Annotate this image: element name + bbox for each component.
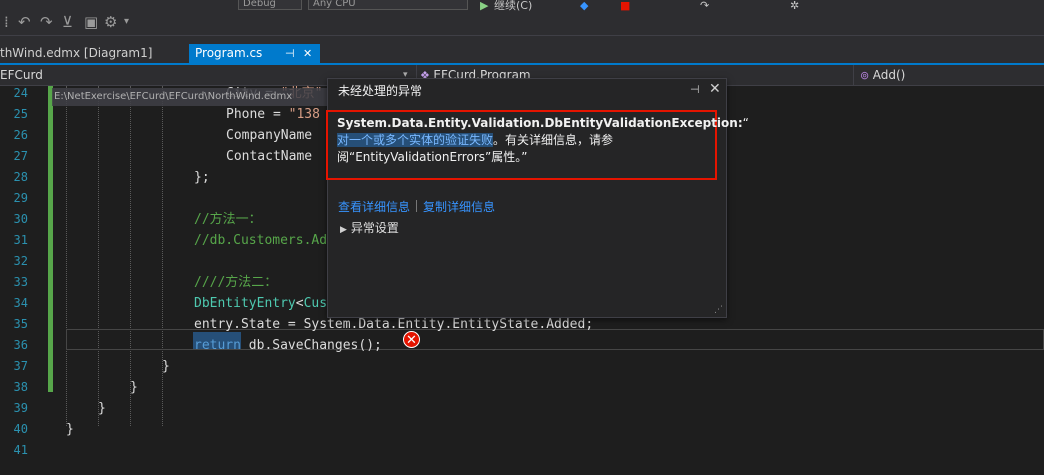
message-part-1: 。有关详细信息，请参 xyxy=(493,133,614,147)
document-tabs: thWind.edmx [Diagram1] Program.cs ⊣ ✕ xyxy=(0,36,1044,65)
code-line: } xyxy=(66,422,74,437)
tab-label: Program.cs xyxy=(195,46,263,60)
line-number: 40 xyxy=(13,422,28,436)
filter-icon[interactable]: ⊻ xyxy=(62,13,73,31)
tab-program-cs[interactable]: Program.cs ⊣ ✕ xyxy=(189,44,320,65)
code-line: ContactName xyxy=(226,149,313,164)
copy-details-link[interactable]: 复制详细信息 xyxy=(423,200,495,214)
detail-links: 查看详细信息 复制详细信息 xyxy=(338,199,495,215)
tab-edmx-diagram[interactable]: thWind.edmx [Diagram1] xyxy=(0,44,190,65)
error-icon[interactable]: ✕ xyxy=(403,331,420,348)
code-line: ////方法二： xyxy=(194,275,278,290)
indent-guide xyxy=(130,86,131,426)
code-line: } xyxy=(98,401,106,416)
line-number: 38 xyxy=(13,380,28,394)
code-line: } xyxy=(130,380,138,395)
debug-tools-icon[interactable]: ✲ xyxy=(790,0,799,12)
line-number: 36 xyxy=(13,338,28,352)
code-line: }; xyxy=(194,170,210,185)
line-number: 30 xyxy=(13,212,28,226)
line-number: 24 xyxy=(13,86,28,100)
line-number: 28 xyxy=(13,170,28,184)
line-number: 31 xyxy=(13,233,28,247)
code-line: //方法一： xyxy=(194,212,262,227)
close-tab-icon[interactable]: ✕ xyxy=(303,44,312,63)
line-number: 29 xyxy=(13,191,28,205)
config-dropdown[interactable]: Debug xyxy=(238,0,302,10)
method-icon: ⊚ xyxy=(860,69,873,82)
save-icon[interactable]: ▣ xyxy=(84,13,98,31)
code-line: } xyxy=(162,359,170,374)
exception-title: 未经处理的异常 xyxy=(338,84,423,98)
toolbar: Debug Any CPU ▶ 继续(C) ◆ ■ ↷ ✲ ⁞ ↶ ↷ ⊻ ▣ … xyxy=(0,0,1044,36)
quote-open: “ xyxy=(742,116,749,130)
toggle-icon[interactable]: ◆ xyxy=(580,0,588,12)
pin-icon[interactable]: ⊣ xyxy=(690,83,700,96)
file-path-tooltip: E:\NetExercise\EFCurd\EFCurd\NorthWind.e… xyxy=(52,88,332,106)
pin-tab-icon[interactable]: ⊣ xyxy=(285,44,295,63)
continue-icon[interactable]: ▶ xyxy=(480,0,488,12)
code-line: DbEntityEntry<Cus xyxy=(194,296,328,311)
redo-icon[interactable]: ↷ xyxy=(40,13,53,31)
line-number: 26 xyxy=(13,128,28,142)
code-line: Phone = "138 xyxy=(226,107,320,122)
exception-settings-expander[interactable]: ▶ 异常设置 xyxy=(340,220,399,238)
chevron-down-icon[interactable]: ▾ xyxy=(124,13,129,31)
exception-settings-label: 异常设置 xyxy=(350,221,399,235)
step-icon[interactable]: ↷ xyxy=(700,0,709,12)
indent-guide xyxy=(66,86,67,426)
line-number-gutter: 24 25 26 27 28 29 30 31 32 33 34 35 36 37 38 39 40 41 xyxy=(0,86,32,475)
change-indicator xyxy=(48,86,53,392)
highlighted-message: 对一个或多个实体的验证失败 xyxy=(337,133,494,147)
link-separator xyxy=(416,200,418,212)
code-line: CompanyName xyxy=(226,128,313,143)
line-number: 37 xyxy=(13,359,28,373)
project-name: EFCurd xyxy=(0,68,43,82)
resize-grip-icon[interactable]: ⋰ xyxy=(714,306,723,315)
line-number: 35 xyxy=(13,317,28,331)
line-number: 41 xyxy=(13,443,28,457)
line-number: 34 xyxy=(13,296,28,310)
line-number: 32 xyxy=(13,254,28,268)
line-number: 39 xyxy=(13,401,28,415)
config-value: Debug xyxy=(243,0,276,9)
tab-label: thWind.edmx [Diagram1] xyxy=(0,46,153,60)
platform-dropdown[interactable]: Any CPU xyxy=(308,0,468,10)
stop-icon[interactable]: ■ xyxy=(620,0,630,12)
undo-icon[interactable]: ↶ xyxy=(18,13,31,31)
message-part-2: 阅“EntityValidationErrors”属性。” xyxy=(337,150,528,164)
exception-type: System.Data.Entity.Validation.DbEntityVa… xyxy=(337,116,743,130)
member-dropdown[interactable]: ⊚ Add() xyxy=(860,65,1044,85)
code-line: //db.Customers.Ad xyxy=(194,233,328,248)
divider xyxy=(853,65,854,85)
line-number: 27 xyxy=(13,149,28,163)
exception-message: System.Data.Entity.Validation.DbEntityVa… xyxy=(337,115,749,166)
code-line: return db.SaveChanges(); xyxy=(194,338,382,353)
member-name: Add() xyxy=(872,68,906,82)
expand-triangle-icon: ▶ xyxy=(340,225,347,235)
close-icon[interactable]: ✕ xyxy=(709,81,721,97)
view-details-link[interactable]: 查看详细信息 xyxy=(338,200,410,214)
indent-guide xyxy=(98,86,99,426)
line-number: 33 xyxy=(13,275,28,289)
exception-helper-popup: 未经处理的异常 ⊣ ✕ System.Data.Entity.Validatio… xyxy=(326,78,749,318)
separator-grip-icon: ⁞ xyxy=(4,13,9,31)
line-number: 25 xyxy=(13,107,28,121)
gear-icon[interactable]: ⚙ xyxy=(104,13,117,31)
continue-button[interactable]: 继续(C) xyxy=(494,0,532,12)
platform-value: Any CPU xyxy=(313,0,356,9)
